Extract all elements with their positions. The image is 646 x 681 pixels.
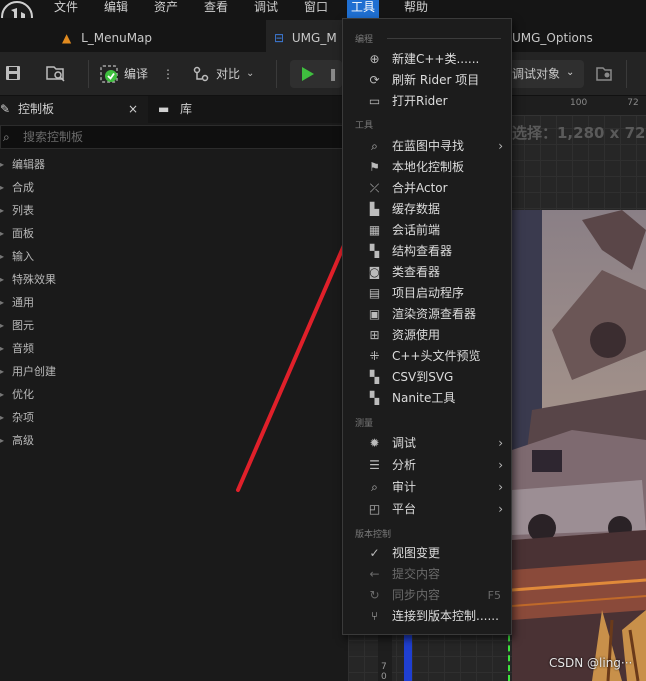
menu-item-resource-usage[interactable]: ⊞ 资源使用 — [343, 325, 511, 346]
menu-item-struct-viewer[interactable]: ▚ 结构查看器 — [343, 241, 511, 262]
menu-item-label: 项目启动程序 — [392, 286, 465, 300]
localization-flag-icon: ⚑ — [369, 160, 380, 174]
struct-viewer-icon: ▚ — [369, 244, 380, 258]
menu-item-new-cpp-class[interactable]: ⊕ 新建C++类...... — [343, 49, 511, 70]
menu-item-header-preview[interactable]: ⁜ C++头文件预览 — [343, 346, 511, 367]
menu-item-open-rider[interactable]: ▭ 打开Rider — [343, 91, 511, 112]
nanite-tools-icon: ▚ — [369, 391, 380, 405]
menu-item-label: Nanite工具 — [392, 391, 456, 405]
menu-item-label: 结构查看器 — [392, 244, 453, 258]
menu-item-audit[interactable]: ⌕ 审计 › — [343, 477, 511, 498]
section-instrumentation: 测量 — [355, 419, 374, 429]
watermark: CSDN @ling··· — [549, 656, 633, 670]
sync-icon: ↻ — [369, 588, 380, 602]
section-source-control: 版本控制 — [355, 530, 392, 540]
platform-icon: ◰ — [368, 502, 381, 516]
new-class-icon: ⊕ — [369, 52, 380, 66]
menu-item-label: 合并Actor — [392, 181, 448, 195]
session-frontend-icon: ▦ — [368, 223, 381, 237]
branch-icon: ⑂ — [370, 609, 379, 623]
menu-item-find-in-blueprints[interactable]: ⌕ 在蓝图中寻找 › — [343, 136, 511, 157]
chevron-right-icon: › — [498, 139, 503, 153]
menu-item-refresh-rider[interactable]: ⟳ 刷新 Rider 项目 — [343, 70, 511, 91]
menu-item-sync-content: ↻ 同步内容 F5 — [343, 585, 511, 606]
menu-item-label: 新建C++类...... — [392, 52, 480, 66]
menu-item-label: 视图变更 — [392, 546, 441, 560]
menu-item-label: 调试 — [392, 436, 417, 450]
menu-item-label: 渲染资源查看器 — [392, 307, 477, 321]
menu-item-nanite-tools[interactable]: ▚ Nanite工具 — [343, 388, 511, 409]
rider-icon: ▭ — [368, 94, 381, 108]
render-resource-viewer-icon: ▣ — [368, 307, 381, 321]
menu-item-label: C++头文件预览 — [392, 349, 481, 363]
arrow-left-icon: ← — [369, 567, 380, 581]
menu-item-label: 平台 — [392, 502, 417, 516]
menu-item-view-changes[interactable]: ✓ 视图变更 — [343, 543, 511, 564]
menu-item-debug[interactable]: ✹ 调试 › — [343, 433, 511, 454]
chevron-right-icon: › — [498, 458, 503, 472]
menu-item-class-viewer[interactable]: ◙ 类查看器 — [343, 262, 511, 283]
menu-item-localization-dashboard[interactable]: ⚑ 本地化控制板 — [343, 157, 511, 178]
debug-bug-icon: ✹ — [369, 436, 380, 450]
csv-to-svg-icon: ▚ — [369, 370, 380, 384]
header-preview-icon: ⁜ — [369, 349, 380, 363]
resource-usage-icon: ⊞ — [369, 328, 380, 342]
menu-item-project-launcher[interactable]: ▤ 项目启动程序 — [343, 283, 511, 304]
menu-item-label: 缓存数据 — [392, 202, 441, 216]
menu-item-label: 打开Rider — [392, 94, 448, 108]
menu-item-submit-content: ← 提交内容 — [343, 564, 511, 585]
menu-item-label: 提交内容 — [392, 567, 441, 581]
menu-item-label: 本地化控制板 — [392, 160, 465, 174]
menu-item-label: 会话前端 — [392, 223, 441, 237]
menu-item-cache-stats[interactable]: ▙ 缓存数据 — [343, 199, 511, 220]
menu-item-label: CSV到SVG — [392, 370, 454, 384]
menu-item-platform[interactable]: ◰ 平台 › — [343, 499, 511, 520]
menu-item-label: 分析 — [392, 458, 417, 472]
tools-dropdown-menu: 编程 ⊕ 新建C++类...... ⟳ 刷新 Rider 项目 ▭ 打开Ride… — [342, 18, 512, 635]
cache-stats-icon: ▙ — [369, 202, 380, 216]
merge-actor-icon: ⤫ — [369, 181, 380, 195]
class-viewer-icon: ◙ — [368, 265, 381, 279]
chevron-right-icon: › — [498, 480, 503, 494]
chevron-right-icon: › — [498, 502, 503, 516]
annotation-arrow — [236, 176, 374, 492]
menu-item-label: 同步内容 — [392, 588, 441, 602]
menu-item-label: 审计 — [392, 480, 417, 494]
chevron-right-icon: › — [498, 436, 503, 450]
menu-item-session-frontend[interactable]: ▦ 会话前端 — [343, 220, 511, 241]
audit-search-icon: ⌕ — [371, 480, 378, 494]
menu-item-label: 在蓝图中寻找 — [392, 139, 465, 153]
menu-item-profile[interactable]: ☰ 分析 › — [343, 455, 511, 476]
shortcut-label: F5 — [487, 589, 501, 602]
menu-item-csv-to-svg[interactable]: ▚ CSV到SVG — [343, 367, 511, 388]
menu-item-connect-source-control[interactable]: ⑂ 连接到版本控制...... — [343, 606, 511, 627]
menu-item-label: 资源使用 — [392, 328, 441, 342]
section-programming: 编程 — [355, 35, 374, 45]
menu-item-label: 连接到版本控制...... — [392, 609, 499, 623]
menu-item-label: 刷新 Rider 项目 — [392, 73, 480, 87]
project-launcher-icon: ▤ — [368, 286, 381, 300]
find-in-blueprints-icon: ⌕ — [371, 139, 378, 153]
menu-item-render-resource-viewer[interactable]: ▣ 渲染资源查看器 — [343, 304, 511, 325]
section-tools: 工具 — [355, 121, 374, 131]
profile-bars-icon: ☰ — [369, 458, 380, 472]
refresh-icon: ⟳ — [369, 73, 380, 87]
section-divider — [387, 38, 501, 39]
menu-item-label: 类查看器 — [392, 265, 441, 279]
check-circle-icon: ✓ — [369, 546, 380, 560]
menu-item-merge-actor[interactable]: ⤫ 合并Actor — [343, 178, 511, 199]
